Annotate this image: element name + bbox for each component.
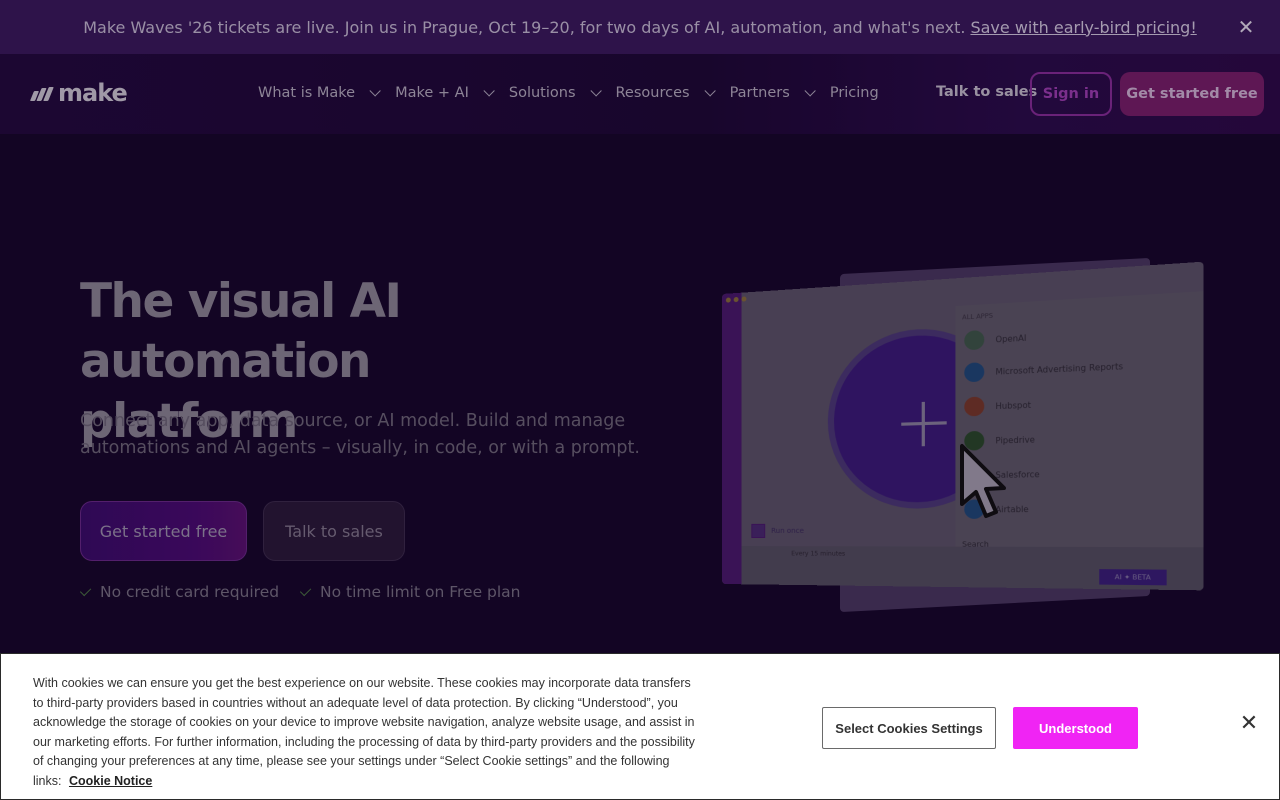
check-label: No credit card required (100, 583, 280, 601)
mouse-pointer-icon (960, 444, 1006, 518)
cookie-notice-link[interactable]: Cookie Notice (69, 774, 152, 788)
nav-item-label: Partners (729, 85, 790, 101)
check-no-time-limit: No time limit on Free plan (299, 583, 521, 601)
run-once-label: Run once (771, 526, 804, 535)
nav-item-label: What is Make (258, 85, 356, 101)
hero-title-line-1: The visual AI automation (80, 274, 402, 389)
chevron-down-icon (369, 85, 381, 97)
openai-icon (964, 330, 985, 351)
close-cookie-banner-icon[interactable]: ✕ (1237, 712, 1261, 736)
hero-subtitle: Connect any app, data source, or AI mode… (80, 411, 640, 458)
cookie-banner: With cookies we can ensure you get the b… (0, 653, 1280, 800)
app-name: Hubspot (995, 399, 1032, 411)
logo-text: make (58, 79, 128, 107)
window-dots-icon (725, 296, 747, 303)
nav-item-make-ai[interactable]: Make + AI (395, 85, 495, 101)
nav-item-solutions[interactable]: Solutions (508, 85, 602, 101)
make-logo[interactable]: make (29, 78, 128, 108)
mockup-sidebar (722, 292, 742, 585)
early-bird-link[interactable]: Save with early-bird pricing! (970, 18, 1196, 37)
nav-item-label: Resources (615, 85, 690, 101)
talk-to-sales-button[interactable]: Talk to sales (263, 501, 405, 561)
app-row-microsoft-ads: Microsoft Advertising Reports (964, 356, 1124, 383)
nav-item-resources[interactable]: Resources (615, 85, 716, 101)
cookie-text: With cookies we can ensure you get the b… (33, 674, 701, 792)
nav-item-pricing[interactable]: Pricing (830, 85, 879, 101)
app-row-hubspot: Hubspot (964, 395, 1031, 417)
nav-item-what-is-make[interactable]: What is Make (258, 85, 381, 101)
announcement-banner: Make Waves '26 tickets are live. Join us… (0, 0, 1280, 54)
app-name: OpenAI (995, 332, 1027, 344)
run-once-icon (751, 523, 766, 539)
product-mockup: ALL APPS OpenAI Microsoft Advertising Re… (722, 261, 1204, 591)
cookie-description: With cookies we can ensure you get the b… (33, 676, 695, 788)
announcement-text: Make Waves '26 tickets are live. Join us… (83, 17, 966, 37)
chevron-down-icon (804, 85, 816, 97)
nav-item-label: Make + AI (395, 85, 469, 101)
select-cookies-settings-button[interactable]: Select Cookies Settings (822, 707, 996, 749)
check-icon (299, 584, 312, 597)
close-announcement-icon[interactable]: ✕ (1234, 15, 1258, 39)
check-icon (79, 584, 92, 597)
nav-item-label: Solutions (508, 85, 576, 101)
chevron-down-icon (589, 85, 602, 97)
microsoft-ads-icon (964, 362, 985, 383)
nav-item-label: Pricing (829, 85, 879, 101)
chevron-down-icon (704, 85, 716, 97)
talk-to-sales-link[interactable]: Talk to sales (936, 84, 1037, 100)
get-started-free-button[interactable]: Get started free (80, 501, 247, 561)
app-name: Microsoft Advertising Reports (995, 360, 1124, 377)
app-row-openai: OpenAI (964, 328, 1026, 351)
plus-icon-vertical (921, 401, 925, 447)
nav-item-partners[interactable]: Partners (729, 85, 816, 101)
check-no-credit-card: No credit card required (79, 583, 280, 601)
hubspot-icon (964, 396, 985, 417)
schedule-label: Every 15 minutes (791, 550, 846, 558)
apps-panel-header: ALL APPS (962, 312, 994, 322)
ai-beta-badge: AI ✦ BETA (1099, 569, 1167, 586)
get-started-free-nav-button[interactable]: Get started free (1120, 72, 1264, 116)
nav-menu: What is Make Make + AI Solutions Resourc… (258, 85, 897, 101)
understood-button[interactable]: Understood (1013, 707, 1138, 749)
chevron-down-icon (483, 85, 495, 97)
logo-mark-icon (29, 83, 54, 103)
sign-in-button[interactable]: Sign in (1030, 72, 1112, 116)
check-label: No time limit on Free plan (320, 583, 521, 601)
